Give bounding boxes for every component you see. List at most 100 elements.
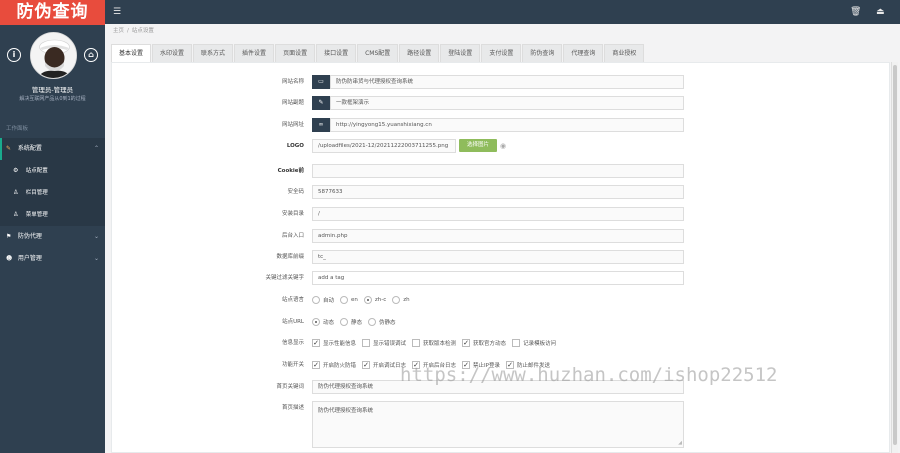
radio-button[interactable] <box>340 296 349 304</box>
home-description-textarea[interactable]: 防伪代理授权查询系统 ◢ <box>312 401 684 448</box>
form-row-url-mode: 站点URL 动态 静态 伪静态 <box>0 315 900 329</box>
url-mode-option-dynamic[interactable]: 动态 <box>312 318 334 326</box>
checkbox[interactable]: ✓ <box>462 339 471 347</box>
tab-contact[interactable]: 联系方式 <box>193 44 234 62</box>
tab-basic[interactable]: 基本设置 <box>111 44 152 62</box>
language-option-en[interactable]: en <box>340 296 358 304</box>
db-prefix-label: 数据库前缀 <box>276 254 304 260</box>
option-label: en <box>351 297 358 303</box>
logo-path-input[interactable]: /uploadfiles/2021-12/20211222003711255.p… <box>312 139 456 153</box>
checkbox[interactable] <box>362 339 371 347</box>
cookie-label: Cookie前 <box>277 168 304 174</box>
option-label: 记录模板访问 <box>523 341 557 347</box>
tab-agent-query[interactable]: 代理查询 <box>563 44 604 62</box>
site-title-input[interactable]: 一款框架演示 <box>330 96 684 110</box>
tab-anti-fake-query[interactable]: 防伪查询 <box>522 44 563 62</box>
language-radio-group: 自动 en zh-c zh <box>312 293 416 307</box>
tab-path[interactable]: 路径设置 <box>399 44 440 62</box>
radio-button[interactable] <box>368 318 377 326</box>
site-url-label: 网站网址 <box>281 122 304 128</box>
option-label: 获取版本检测 <box>423 341 457 347</box>
tab-commercial-license[interactable]: 商业授权 <box>604 44 645 62</box>
security-code-input[interactable]: 5877633 <box>312 185 684 199</box>
tab-payment[interactable]: 支付设置 <box>481 44 522 62</box>
form-row-cookie: Cookie前 <box>0 164 900 178</box>
info-icon[interactable]: i <box>7 48 21 62</box>
option-label: zh <box>403 297 410 303</box>
info-display-option[interactable]: 记录模板访问 <box>512 339 556 347</box>
form-row-language: 站点语言 自动 en zh-c zh <box>0 293 900 307</box>
info-display-option[interactable]: ✓ 显示性能信息 <box>312 339 356 347</box>
checkbox[interactable]: ✓ <box>312 361 320 369</box>
tab-login[interactable]: 登陆设置 <box>440 44 481 62</box>
trash-icon[interactable]: 🗑 <box>850 6 861 18</box>
tab-plugins[interactable]: 插件设置 <box>234 44 275 62</box>
form-row-security-code: 安全码 5877633 <box>0 185 900 199</box>
radio-button[interactable] <box>312 318 320 326</box>
monitor-icon: ▭ <box>312 75 330 89</box>
resize-handle-icon[interactable]: ◢ <box>678 441 682 446</box>
radio-button[interactable] <box>340 318 349 326</box>
radio-button[interactable] <box>392 296 401 304</box>
settings-tabs: 基本设置 水印设置 联系方式 插件设置 页面设置 接口设置 CMS配置 路径设置… <box>111 44 645 62</box>
watermark: https://www.huzhan.com/ishop22512 <box>400 364 778 386</box>
breadcrumb-separator: / <box>127 28 129 34</box>
db-prefix-input[interactable]: tc_ <box>312 250 684 264</box>
top-bar: ☰ 🗑 ⏏ <box>105 0 900 24</box>
url-mode-option-pseudo-static[interactable]: 伪静态 <box>368 318 396 326</box>
admin-entry-label: 后台入口 <box>281 233 304 239</box>
info-display-checkbox-group: ✓ 显示性能信息 显示错误调试 获取版本检测 ✓ 获取官方动态 记录模板访问 <box>312 336 562 350</box>
filter-keywords-label: 关键过滤关键字 <box>265 275 304 281</box>
form-row-site-title: 网站副题 ✎ 一款框架演示 <box>0 96 900 110</box>
language-option-zh-c[interactable]: zh-c <box>363 296 387 304</box>
select-image-button[interactable]: 选择图片 <box>459 139 497 152</box>
install-dir-label: 安装目录 <box>281 211 304 217</box>
option-label: zh-c <box>374 297 387 303</box>
home-icon[interactable]: ⌂ <box>84 48 98 62</box>
home-keywords-label: 首页关键词 <box>276 384 304 390</box>
radio-button[interactable] <box>312 296 320 304</box>
menu-toggle-icon[interactable]: ☰ <box>113 6 121 18</box>
url-mode-option-static[interactable]: 静态 <box>340 318 362 326</box>
site-name-input[interactable]: 防伪防串货与代理授权查询系统 <box>330 75 684 89</box>
breadcrumb-current: 站点设置 <box>131 28 154 34</box>
logout-icon[interactable]: ⏏ <box>876 6 885 18</box>
admin-entry-input[interactable]: admin.php <box>312 229 684 243</box>
option-label: 显示错误调试 <box>373 341 407 347</box>
pencil-icon: ✎ <box>312 96 330 110</box>
home-description-label: 首页描述 <box>281 405 304 411</box>
tab-cms[interactable]: CMS配置 <box>357 44 399 62</box>
option-label: 静态 <box>351 320 363 326</box>
breadcrumb-home[interactable]: 主页 <box>113 28 124 34</box>
filter-keywords-tag-input[interactable]: add a tag <box>312 271 684 285</box>
form-row-site-url: 网站网址 ∞ http://yingyong15.yuanshixiang.cn <box>0 118 900 132</box>
security-code-label: 安全码 <box>287 189 304 195</box>
checkbox[interactable]: ✓ <box>362 361 371 369</box>
tab-page[interactable]: 页面设置 <box>275 44 316 62</box>
features-label: 功能开关 <box>281 362 304 368</box>
cookie-prefix-input[interactable] <box>312 164 684 178</box>
radio-button[interactable] <box>363 296 372 304</box>
app-logo[interactable]: 防伪查询 <box>0 0 105 25</box>
tab-api[interactable]: 接口设置 <box>316 44 357 62</box>
checkbox[interactable] <box>412 339 421 347</box>
feature-option[interactable]: ✓ 开启防火防错 <box>312 361 356 369</box>
avatar[interactable] <box>30 32 77 79</box>
option-label: 显示性能信息 <box>323 341 357 347</box>
form-row-admin-entry: 后台入口 admin.php <box>0 229 900 243</box>
language-option-auto[interactable]: 自动 <box>312 296 334 304</box>
install-dir-input[interactable]: / <box>312 207 684 221</box>
option-label: 伪静态 <box>379 320 396 326</box>
site-url-input[interactable]: http://yingyong15.yuanshixiang.cn <box>330 118 684 132</box>
info-display-option[interactable]: 显示错误调试 <box>362 339 406 347</box>
option-label: 自动 <box>323 298 335 304</box>
eye-icon[interactable]: ◉ <box>500 139 506 153</box>
info-display-option[interactable]: ✓ 获取官方动态 <box>462 339 506 347</box>
checkbox[interactable]: ✓ <box>312 339 320 347</box>
tab-watermark[interactable]: 水印设置 <box>152 44 193 62</box>
checkbox[interactable] <box>512 339 521 347</box>
url-mode-radio-group: 动态 静态 伪静态 <box>312 315 402 329</box>
info-display-option[interactable]: 获取版本检测 <box>412 339 456 347</box>
form-row-install-dir: 安装目录 / <box>0 207 900 221</box>
language-option-zh[interactable]: zh <box>392 296 410 304</box>
